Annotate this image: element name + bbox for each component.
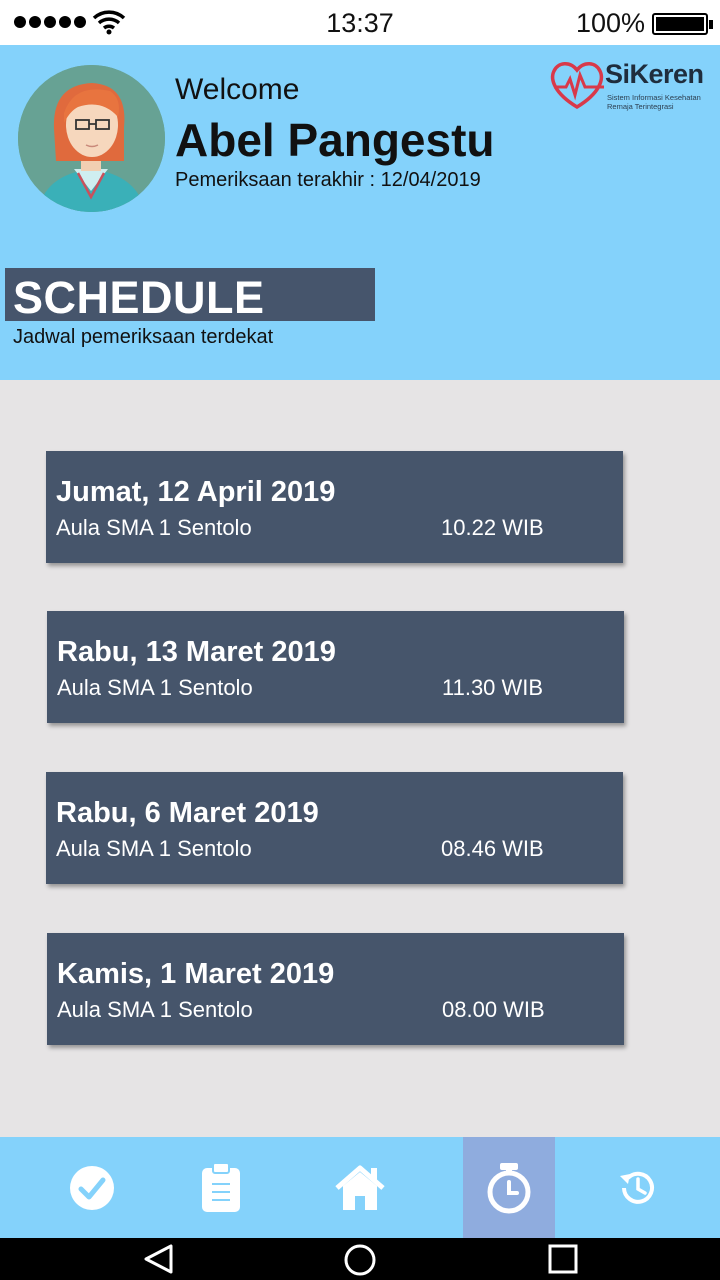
nav-schedule[interactable]: [463, 1137, 555, 1238]
schedule-date: Rabu, 6 Maret 2019: [56, 797, 319, 829]
battery-icon: [652, 13, 713, 35]
schedule-time: 08.00 WIB: [442, 997, 545, 1022]
logo-title: SiKeren: [605, 59, 704, 89]
logo-subtitle: Sistem Informasi Kesehatan Remaja Terint…: [607, 93, 701, 111]
schedule-date: Kamis, 1 Maret 2019: [57, 958, 335, 990]
battery-percent: 100%: [575, 8, 645, 38]
heart-pulse-icon: [550, 62, 604, 110]
status-bar: 13:37 100%: [0, 0, 720, 45]
schedule-date: Rabu, 13 Maret 2019: [57, 636, 336, 668]
stopwatch-icon: [487, 1162, 531, 1213]
user-name: Abel Pangestu: [175, 114, 495, 166]
profile-header: Welcome Abel Pangestu Pemeriksaan terakh…: [0, 45, 720, 380]
clipboard-icon: [202, 1161, 240, 1212]
welcome-label: Welcome: [175, 73, 300, 106]
avatar[interactable]: [18, 65, 165, 212]
nav-home[interactable]: [314, 1137, 406, 1238]
schedule-card[interactable]: Rabu, 13 Maret 2019 Aula SMA 1 Sentolo 1…: [47, 611, 624, 723]
nav-history[interactable]: [592, 1137, 684, 1238]
nav-clipboard[interactable]: [175, 1137, 267, 1238]
recents-icon[interactable]: [547, 1243, 579, 1275]
schedule-title: SCHEDULE: [13, 272, 265, 323]
schedule-card[interactable]: Kamis, 1 Maret 2019 Aula SMA 1 Sentolo 0…: [47, 933, 624, 1045]
user-avatar-icon: [18, 65, 165, 212]
schedule-place: Aula SMA 1 Sentolo: [56, 836, 252, 861]
bottom-nav: [0, 1137, 720, 1238]
nav-check[interactable]: [46, 1137, 138, 1238]
schedule-title-box: SCHEDULE: [5, 268, 375, 323]
check-circle-icon: [70, 1165, 114, 1210]
schedule-time: 11.30 WIB: [442, 675, 544, 700]
history-icon: [620, 1171, 654, 1204]
schedule-place: Aula SMA 1 Sentolo: [57, 997, 253, 1022]
sikeren-logo: SiKeren Sistem Informasi Kesehatan Remaj…: [548, 57, 713, 117]
android-nav-bar: [0, 1238, 720, 1280]
schedule-place: Aula SMA 1 Sentolo: [57, 675, 253, 700]
schedule-time: 10.22 WIB: [441, 515, 544, 540]
schedule-subtitle: Jadwal pemeriksaan terdekat: [13, 326, 274, 348]
schedule-date: Jumat, 12 April 2019: [56, 476, 336, 508]
last-check-date: Pemeriksaan terakhir : 12/04/2019: [175, 169, 481, 191]
schedule-card[interactable]: Jumat, 12 April 2019 Aula SMA 1 Sentolo …: [46, 451, 623, 563]
back-icon[interactable]: [141, 1243, 175, 1275]
schedule-time: 08.46 WIB: [441, 836, 544, 861]
schedule-card[interactable]: Rabu, 6 Maret 2019 Aula SMA 1 Sentolo 08…: [46, 772, 623, 884]
schedule-place: Aula SMA 1 Sentolo: [56, 515, 252, 540]
home-icon: [335, 1165, 385, 1210]
home-circle-icon[interactable]: [343, 1243, 377, 1277]
